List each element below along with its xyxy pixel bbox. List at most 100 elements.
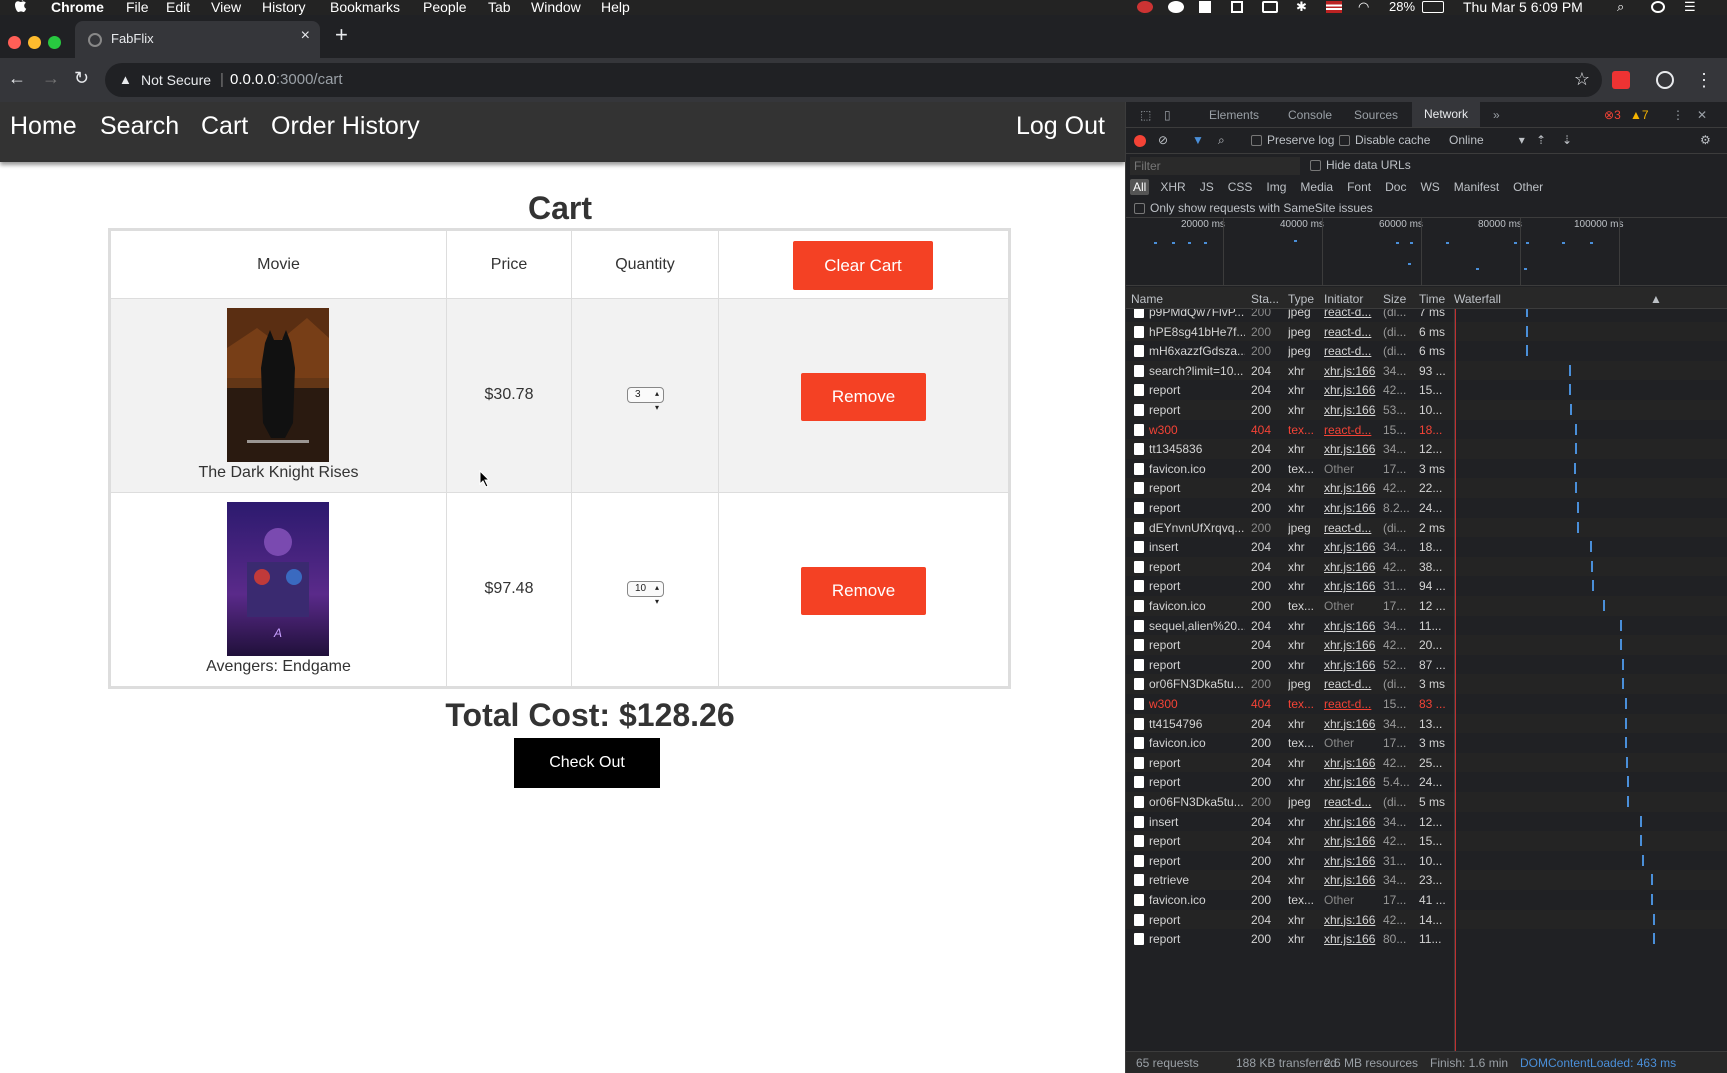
request-initiator[interactable]: xhr.js:166 <box>1324 403 1379 417</box>
table-row[interactable]: or06FN3Dka5tu... 200 jpeg react-d... (di... 3… <box>1126 674 1727 694</box>
table-row[interactable]: mH6xazzfGdsza... 200 jpeg react-d... (di... 6… <box>1126 341 1727 361</box>
import-har-icon[interactable]: ⇡ <box>1536 133 1546 147</box>
tab-close-icon[interactable]: × <box>301 27 310 45</box>
request-initiator[interactable]: react-d... <box>1324 521 1379 535</box>
app-tray-icon[interactable] <box>1168 1 1184 13</box>
nav-logout-link[interactable]: Log Out <box>1016 112 1105 141</box>
table-row[interactable]: or06FN3Dka5tu... 200 jpeg react-d... (di... 5… <box>1126 792 1727 812</box>
table-row[interactable]: p9PMdQw7FlvP... 200 jpeg react-d... (di... 7 … <box>1126 309 1727 322</box>
profile-avatar-icon[interactable] <box>1656 71 1674 89</box>
zoom-window-button[interactable] <box>48 36 61 49</box>
table-row[interactable]: report 204 xhr xhr.js:166 42... 15... <box>1126 380 1727 400</box>
request-name[interactable]: search?limit=10... <box>1149 364 1245 378</box>
nav-search-link[interactable]: Search <box>100 112 179 141</box>
bluetooth-icon[interactable]: ✱ <box>1296 0 1307 15</box>
request-name[interactable]: report <box>1149 913 1245 927</box>
samesite-checkbox[interactable]: Only show requests with SameSite issues <box>1134 201 1373 215</box>
menu-help[interactable]: Help <box>601 0 630 15</box>
request-name[interactable]: or06FN3Dka5tu... <box>1149 795 1245 809</box>
remove-button[interactable]: Remove <box>801 373 926 421</box>
request-initiator[interactable]: xhr.js:166 <box>1324 854 1379 868</box>
device-toolbar-icon[interactable]: ▯ <box>1164 108 1171 122</box>
table-row[interactable]: report 204 xhr xhr.js:166 42... 25... <box>1126 752 1727 773</box>
error-count-badge[interactable]: ⊗3 <box>1604 108 1621 122</box>
col-name[interactable]: Name <box>1131 292 1163 306</box>
request-initiator[interactable]: xhr.js:166 <box>1324 658 1379 672</box>
request-name[interactable]: favicon.ico <box>1149 462 1245 476</box>
request-name[interactable]: report <box>1149 756 1245 770</box>
request-initiator[interactable]: xhr.js:166 <box>1324 619 1379 633</box>
request-initiator[interactable]: Other <box>1324 736 1379 750</box>
request-initiator[interactable]: xhr.js:166 <box>1324 638 1379 652</box>
menu-people[interactable]: People <box>423 0 467 15</box>
table-row[interactable]: dEYnvnUfXrqvq... 200 jpeg react-d... (di... 2… <box>1126 517 1727 538</box>
col-time[interactable]: Time <box>1419 292 1445 306</box>
type-filter-js[interactable]: JS <box>1197 179 1217 195</box>
request-initiator[interactable]: xhr.js:166 <box>1324 932 1379 946</box>
request-name[interactable]: report <box>1149 658 1245 672</box>
type-filter-doc[interactable]: Doc <box>1382 179 1409 195</box>
nav-home-link[interactable]: Home <box>10 112 77 141</box>
record-icon[interactable] <box>1134 135 1146 147</box>
table-row[interactable]: report 204 xhr xhr.js:166 42... 20... <box>1126 635 1727 655</box>
request-name[interactable]: report <box>1149 501 1245 515</box>
movie-poster-image[interactable] <box>227 308 329 462</box>
request-name[interactable]: report <box>1149 834 1245 848</box>
type-filter-xhr[interactable]: XHR <box>1157 179 1188 195</box>
table-row[interactable]: favicon.ico 200 tex... Other 17... 3 ms <box>1126 459 1727 479</box>
type-filter-css[interactable]: CSS <box>1225 179 1256 195</box>
request-name[interactable]: hPE8sg41bHe7f... <box>1149 325 1245 339</box>
request-name[interactable]: retrieve <box>1149 873 1245 887</box>
network-overview-timeline[interactable]: 20000 ms 40000 ms 60000 ms 80000 ms 1000… <box>1126 218 1727 286</box>
col-waterfall[interactable]: Waterfall <box>1454 292 1501 306</box>
menu-app-name[interactable]: Chrome <box>51 0 104 15</box>
menu-view[interactable]: View <box>211 0 241 15</box>
col-size[interactable]: Size <box>1383 292 1406 306</box>
spotlight-icon[interactable]: ⌕ <box>1617 0 1624 15</box>
request-initiator[interactable]: xhr.js:166 <box>1324 834 1379 848</box>
siri-icon[interactable] <box>1651 1 1665 13</box>
request-initiator[interactable]: react-d... <box>1324 309 1379 319</box>
settings-gear-icon[interactable]: ⚙ <box>1700 133 1711 147</box>
request-name[interactable]: report <box>1149 383 1245 397</box>
request-initiator[interactable]: xhr.js:166 <box>1324 442 1379 456</box>
app-tray-icon[interactable] <box>1137 1 1153 13</box>
remove-button[interactable]: Remove <box>801 567 926 615</box>
menu-history[interactable]: History <box>262 0 306 15</box>
menu-file[interactable]: File <box>126 0 149 15</box>
request-initiator[interactable]: Other <box>1324 893 1379 907</box>
table-row[interactable]: report 200 xhr xhr.js:166 80... 11... <box>1126 929 1727 949</box>
request-name[interactable]: tt4154796 <box>1149 717 1245 731</box>
wifi-icon[interactable]: ◠ <box>1358 0 1369 15</box>
table-row[interactable]: sequel,alien%20... 204 xhr xhr.js:166 34... 1… <box>1126 616 1727 636</box>
hide-data-urls-checkbox[interactable]: Hide data URLs <box>1310 158 1411 172</box>
request-name[interactable]: favicon.ico <box>1149 599 1245 613</box>
request-name[interactable]: dEYnvnUfXrqvq... <box>1149 521 1245 535</box>
checkout-button[interactable]: Check Out <box>514 738 660 788</box>
request-name[interactable]: or06FN3Dka5tu... <box>1149 677 1245 691</box>
back-icon[interactable]: ← <box>8 68 26 89</box>
request-name[interactable]: report <box>1149 638 1245 652</box>
tab-elements[interactable]: Elements <box>1209 108 1259 122</box>
quantity-select[interactable]: 10 ▴ ▾ <box>627 581 664 606</box>
request-initiator[interactable]: react-d... <box>1324 325 1379 339</box>
request-name[interactable]: favicon.ico <box>1149 893 1245 907</box>
request-name[interactable]: mH6xazzfGdsza... <box>1149 344 1245 358</box>
kebab-menu-icon[interactable]: ⋮ <box>1695 70 1713 91</box>
request-name[interactable]: insert <box>1149 815 1245 829</box>
request-name[interactable]: report <box>1149 481 1245 495</box>
type-filter-manifest[interactable]: Manifest <box>1451 179 1502 195</box>
quantity-select[interactable]: 3 ▴ ▾ <box>627 387 664 412</box>
battery-percent[interactable]: 28% <box>1389 0 1415 14</box>
devtools-menu-icon[interactable]: ⋮ <box>1672 108 1684 122</box>
request-initiator[interactable]: xhr.js:166 <box>1324 717 1379 731</box>
filter-icon[interactable]: ▼ <box>1192 133 1204 147</box>
throttle-select[interactable]: Online ▾ <box>1449 133 1525 147</box>
request-name[interactable]: favicon.ico <box>1149 736 1245 750</box>
forward-icon[interactable]: → <box>42 68 60 89</box>
extension-icon[interactable] <box>1612 71 1630 89</box>
table-row[interactable]: tt1345836 204 xhr xhr.js:166 34... 12... <box>1126 439 1727 459</box>
request-name[interactable]: report <box>1149 560 1245 574</box>
table-row[interactable]: report 204 xhr xhr.js:166 42... 14... <box>1126 909 1727 930</box>
bookmark-star-icon[interactable]: ☆ <box>1574 69 1590 90</box>
